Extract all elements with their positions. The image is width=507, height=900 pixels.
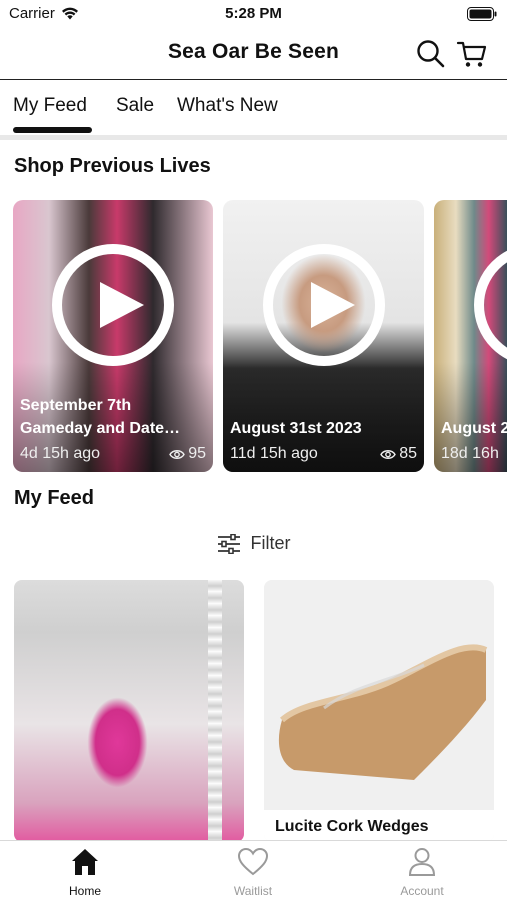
wedge-shoe-image xyxy=(278,644,488,780)
live-age: 18d 16h xyxy=(441,445,499,462)
tab-waitlist[interactable]: Waitlist xyxy=(203,847,303,898)
mirror-frame xyxy=(208,580,222,842)
nav-bar: Sea Oar Be Seen xyxy=(0,28,507,80)
play-icon[interactable] xyxy=(52,244,174,366)
live-video-card[interactable]: September 7th Gameday and Date… 4d 15h a… xyxy=(13,200,213,472)
sliders-icon xyxy=(217,533,240,554)
tab-whats-new[interactable]: What's New xyxy=(177,95,278,117)
tab-waitlist-label: Waitlist xyxy=(233,884,273,898)
tab-home-label: Home xyxy=(68,884,101,898)
live-age: 4d 15h ago xyxy=(20,445,101,462)
product-card[interactable] xyxy=(14,580,244,842)
live-title: August 2 xyxy=(441,420,507,437)
product-card[interactable]: Lucite Cork Wedges xyxy=(264,580,494,842)
previous-lives-title: Shop Previous Lives xyxy=(14,155,211,177)
heart-icon xyxy=(237,847,269,876)
live-video-card[interactable]: August 31st 2023 11d 15h ago 85 xyxy=(223,200,424,472)
battery-icon xyxy=(467,7,497,21)
active-tab-indicator xyxy=(13,127,92,133)
live-title: August 31st 2023 xyxy=(230,420,362,437)
product-image xyxy=(264,580,494,810)
tabs-divider xyxy=(0,135,507,140)
feed-title: My Feed xyxy=(14,487,95,509)
clock: 5:28 PM xyxy=(225,5,282,22)
person-icon xyxy=(408,848,436,876)
status-bar: Carrier 5:28 PM xyxy=(0,0,507,28)
search-icon[interactable] xyxy=(415,38,447,70)
live-title: September 7th Gameday and Date… xyxy=(20,397,181,437)
tab-home[interactable]: Home xyxy=(35,847,135,898)
eye-icon xyxy=(380,449,397,459)
play-icon[interactable] xyxy=(263,244,385,366)
bottom-tab-bar: Home Waitlist Account xyxy=(0,840,507,900)
live-video-card[interactable]: August 2 18d 16h xyxy=(434,200,507,472)
tab-my-feed[interactable]: My Feed xyxy=(13,95,87,117)
view-count: 95 xyxy=(169,445,206,463)
product-name: Lucite Cork Wedges xyxy=(264,810,494,842)
tab-account-label: Account xyxy=(400,884,444,898)
home-icon xyxy=(72,849,98,875)
view-count: 85 xyxy=(380,445,417,463)
live-age: 11d 15h ago xyxy=(230,445,318,462)
cart-icon[interactable] xyxy=(456,38,488,70)
tab-sale[interactable]: Sale xyxy=(116,95,154,117)
filter-label: Filter xyxy=(250,533,291,553)
filter-button[interactable]: Filter xyxy=(0,533,507,559)
feed-tabs: My Feed Sale What's New xyxy=(0,80,507,135)
eye-icon xyxy=(169,449,186,459)
tab-account[interactable]: Account xyxy=(372,847,472,898)
